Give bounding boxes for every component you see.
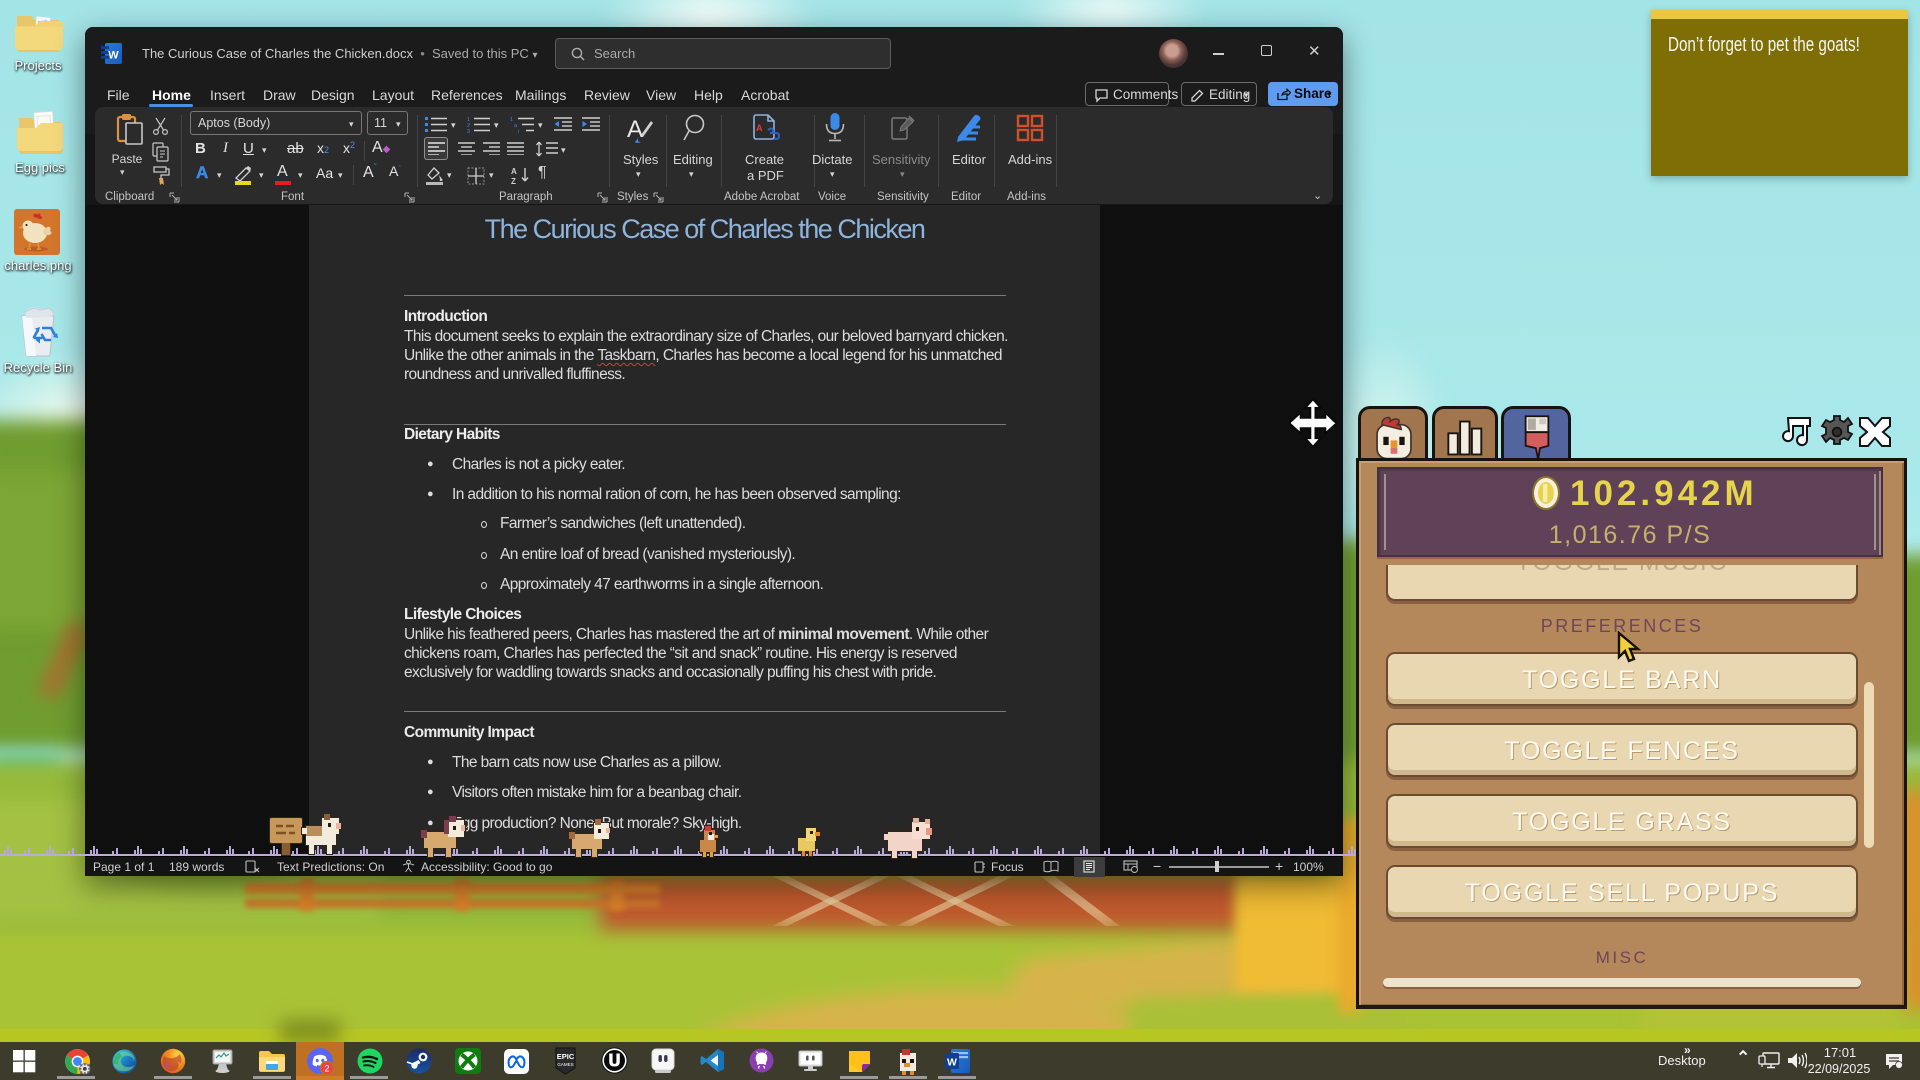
svg-text:i: i xyxy=(518,129,519,133)
svg-text:A: A xyxy=(511,167,517,176)
svg-text:W: W xyxy=(108,50,119,62)
svg-text:3: 3 xyxy=(467,129,470,133)
svg-text:1: 1 xyxy=(510,117,513,123)
svg-text:W: W xyxy=(947,1057,957,1069)
svg-text:A: A xyxy=(627,116,643,143)
svg-text:Z: Z xyxy=(511,177,516,185)
svg-text:2: 2 xyxy=(324,1064,329,1074)
svg-text:GAMES: GAMES xyxy=(557,1062,573,1067)
svg-text:EPIC: EPIC xyxy=(557,1052,575,1061)
svg-text:A: A xyxy=(756,123,763,133)
